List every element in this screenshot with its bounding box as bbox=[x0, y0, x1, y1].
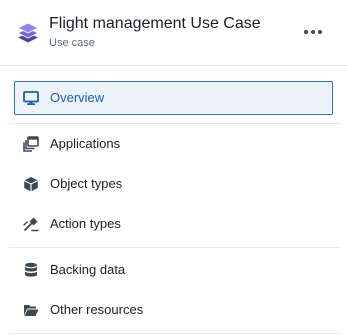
nav-item-applications[interactable]: Applications bbox=[14, 127, 333, 161]
nav-item-label: Other resources bbox=[50, 302, 144, 317]
more-options-button[interactable] bbox=[300, 22, 326, 42]
nav-item-label: Object types bbox=[50, 176, 123, 191]
nav-item-backing-data[interactable]: Backing data bbox=[14, 253, 333, 287]
section-divider bbox=[9, 247, 339, 248]
cube-icon bbox=[23, 176, 39, 192]
header-divider bbox=[0, 65, 347, 66]
sidebar-header: Flight management Use Case Use case bbox=[0, 0, 347, 65]
section-divider bbox=[9, 123, 339, 124]
nav-item-overview[interactable]: Overview bbox=[14, 81, 333, 115]
action-icon bbox=[23, 216, 39, 232]
section-divider bbox=[9, 333, 339, 334]
layers-stack-icon bbox=[17, 20, 39, 44]
use-case-type-label: Use case bbox=[49, 37, 95, 49]
applications-icon bbox=[23, 136, 39, 152]
nav-item-label: Action types bbox=[50, 216, 121, 231]
nav-item-label: Applications bbox=[50, 136, 121, 151]
nav-item-label: Backing data bbox=[50, 262, 126, 277]
use-case-title: Flight management Use Case bbox=[49, 15, 261, 32]
nav-item-action-types[interactable]: Action types bbox=[14, 207, 333, 241]
desktop-icon bbox=[23, 90, 39, 106]
use-case-sidebar: Flight management Use Case Use case Over… bbox=[0, 0, 347, 335]
nav-item-other-resources[interactable]: Other resources bbox=[14, 293, 333, 327]
folder-open-icon bbox=[23, 302, 39, 318]
nav-item-object-types[interactable]: Object types bbox=[14, 167, 333, 201]
database-icon bbox=[23, 262, 39, 278]
nav-item-label: Overview bbox=[50, 90, 105, 105]
